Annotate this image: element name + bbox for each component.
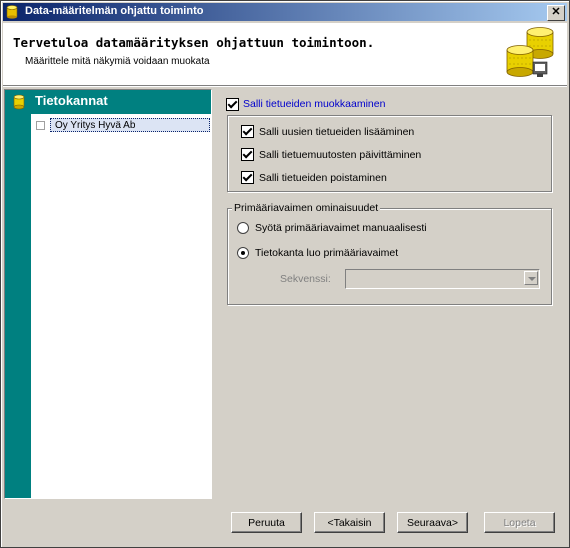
wizard-window: Data-määritelmän ohjattu toiminto ✕ Terv… <box>0 0 570 548</box>
allow-update-checkbox[interactable] <box>241 148 254 161</box>
finish-button[interactable]: Lopeta <box>484 512 555 533</box>
wizard-header: Tervetuloa datamäärityksen ohjattuun toi… <box>3 23 567 86</box>
allow-add-checkbox[interactable] <box>241 125 254 138</box>
allow-delete-label[interactable]: Salli tietueiden poistaminen <box>259 172 387 184</box>
sequence-select[interactable] <box>345 269 540 289</box>
window-title: Data-määritelmän ohjattu toiminto <box>25 5 204 17</box>
database-stack-icon <box>506 27 554 77</box>
manual-key-label[interactable]: Syötä primääriavaimet manuaalisesti <box>255 222 427 234</box>
allow-edit-label[interactable]: Salli tietueiden muokkaaminen <box>243 98 385 110</box>
tree-item-label[interactable]: Oy Yritys Hyvä Ab <box>50 118 210 132</box>
manual-key-radio[interactable] <box>237 222 249 234</box>
allow-add-label[interactable]: Salli uusien tietueiden lisääminen <box>259 126 414 138</box>
back-button[interactable]: <Takaisin <box>314 512 385 533</box>
database-icon <box>13 94 25 110</box>
allow-edit-checkbox[interactable] <box>226 98 239 111</box>
tree-item[interactable]: Oy Yritys Hyvä Ab <box>36 118 210 133</box>
primary-key-group-title: Primääriavaimen ominaisuudet <box>232 202 381 214</box>
sequence-label: Sekvenssi: <box>280 273 331 285</box>
db-generated-key-label[interactable]: Tietokanta luo primääriavaimet <box>255 247 398 259</box>
allow-update-label[interactable]: Salli tietuemuutosten päivittäminen <box>259 149 421 161</box>
header-subtitle: Määrittele mitä näkymiä voidaan muokata <box>25 56 210 67</box>
database-panel-header: Tietokannat <box>5 90 211 114</box>
tree-expander-icon[interactable] <box>36 121 45 130</box>
allow-delete-checkbox[interactable] <box>241 171 254 184</box>
header-divider <box>3 86 567 87</box>
database-panel: Tietokannat Oy Yritys Hyvä Ab <box>4 89 212 499</box>
chevron-down-icon[interactable] <box>524 271 538 285</box>
database-panel-title: Tietokannat <box>35 93 108 108</box>
database-icon <box>6 5 18 19</box>
header-title: Tervetuloa datamäärityksen ohjattuun toi… <box>13 35 375 50</box>
database-tree[interactable]: Oy Yritys Hyvä Ab <box>31 114 211 498</box>
cancel-button[interactable]: Peruuta <box>231 512 302 533</box>
close-button[interactable]: ✕ <box>547 5 565 21</box>
db-generated-key-radio[interactable] <box>237 247 249 259</box>
next-button[interactable]: Seuraava> <box>397 512 468 533</box>
title-bar[interactable]: Data-määritelmän ohjattu toiminto ✕ <box>3 3 567 21</box>
